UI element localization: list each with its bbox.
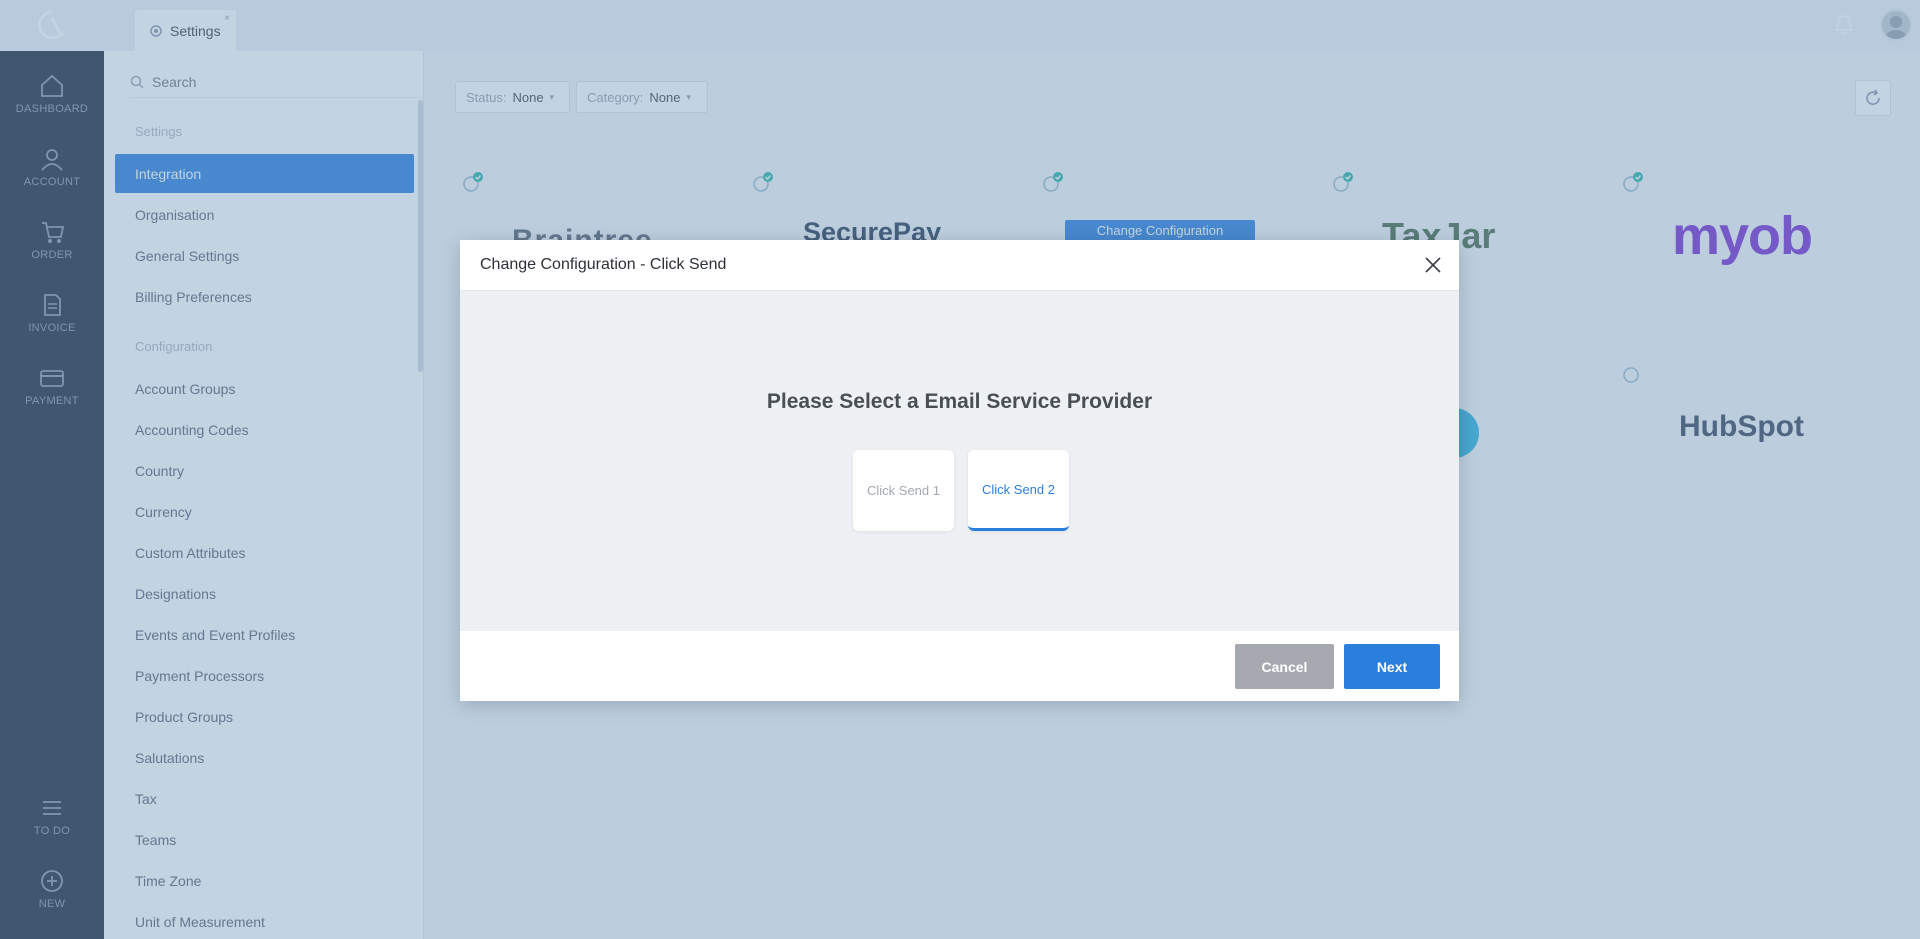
modal-title: Change Configuration - Click Send xyxy=(480,256,727,273)
provider-option-click-send-1[interactable]: Click Send 1 xyxy=(853,450,954,531)
provider-prompt: Please Select a Email Service Provider xyxy=(766,390,1153,413)
modal-body: Please Select a Email Service Provider C… xyxy=(460,291,1459,631)
cancel-button[interactable]: Cancel xyxy=(1235,644,1334,689)
next-button[interactable]: Next xyxy=(1344,644,1440,689)
close-icon[interactable] xyxy=(1423,255,1443,275)
modal-footer: Cancel Next xyxy=(460,631,1459,701)
provider-option-click-send-2[interactable]: Click Send 2 xyxy=(968,450,1069,531)
modal-header: Change Configuration - Click Send xyxy=(460,240,1459,291)
change-configuration-modal: Change Configuration - Click Send Please… xyxy=(460,240,1459,701)
